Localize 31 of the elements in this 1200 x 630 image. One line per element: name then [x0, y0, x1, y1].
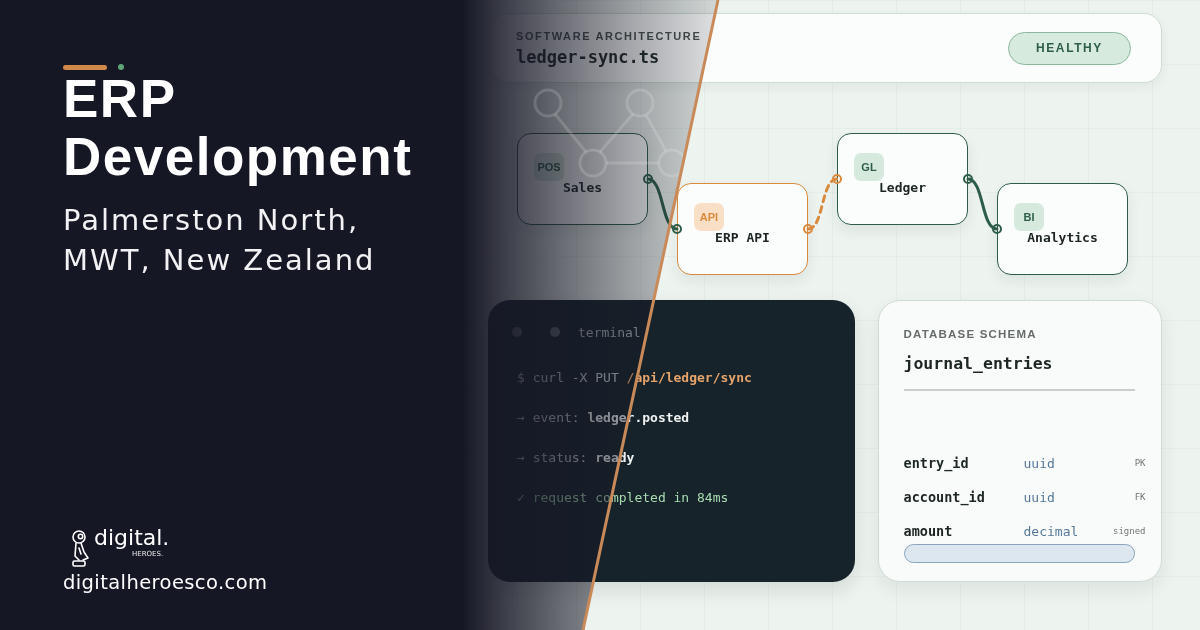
- section-eyebrow: DATABASE SCHEMA: [903, 327, 1037, 342]
- constraint-label: FK: [1134, 492, 1146, 502]
- page-title: ERP Development: [63, 70, 414, 186]
- constraint-label: PK: [1134, 458, 1146, 468]
- dot-icon: [118, 64, 124, 70]
- website-url: digitalheroesco.com: [63, 571, 268, 595]
- table-name: journal_entries: [903, 353, 1053, 375]
- accent-bar: [63, 64, 107, 70]
- health-status: HEALTHY: [1008, 31, 1131, 65]
- file-name: ledger-sync.ts: [516, 45, 661, 68]
- location-subtitle: Palmerston North, MWT, New Zealand: [63, 202, 377, 279]
- column-type: decimal: [1023, 523, 1079, 539]
- column-type: uuid: [1023, 455, 1055, 471]
- column-type: uuid: [1023, 489, 1055, 505]
- figure-icon: [71, 530, 91, 568]
- logo-wordmark: digital.: [94, 526, 170, 550]
- node-tag: API: [694, 203, 724, 231]
- node-label: Ledger: [878, 179, 927, 197]
- node-tag: GL: [854, 153, 884, 181]
- column-name: account_id: [903, 489, 986, 505]
- terminal-title: terminal: [578, 324, 641, 340]
- node-label: ERP API: [714, 229, 771, 247]
- column-name: amount: [903, 523, 954, 539]
- constraint-label: signed: [1113, 526, 1146, 536]
- node-label: Analytics: [1026, 229, 1099, 247]
- node-tag: BI: [1014, 203, 1044, 231]
- window-dot-icon: [550, 327, 560, 337]
- column-name: entry_id: [903, 455, 970, 471]
- node-label: Sales: [561, 179, 604, 197]
- node-tag: POS: [534, 153, 564, 181]
- input-field[interactable]: [903, 544, 1135, 563]
